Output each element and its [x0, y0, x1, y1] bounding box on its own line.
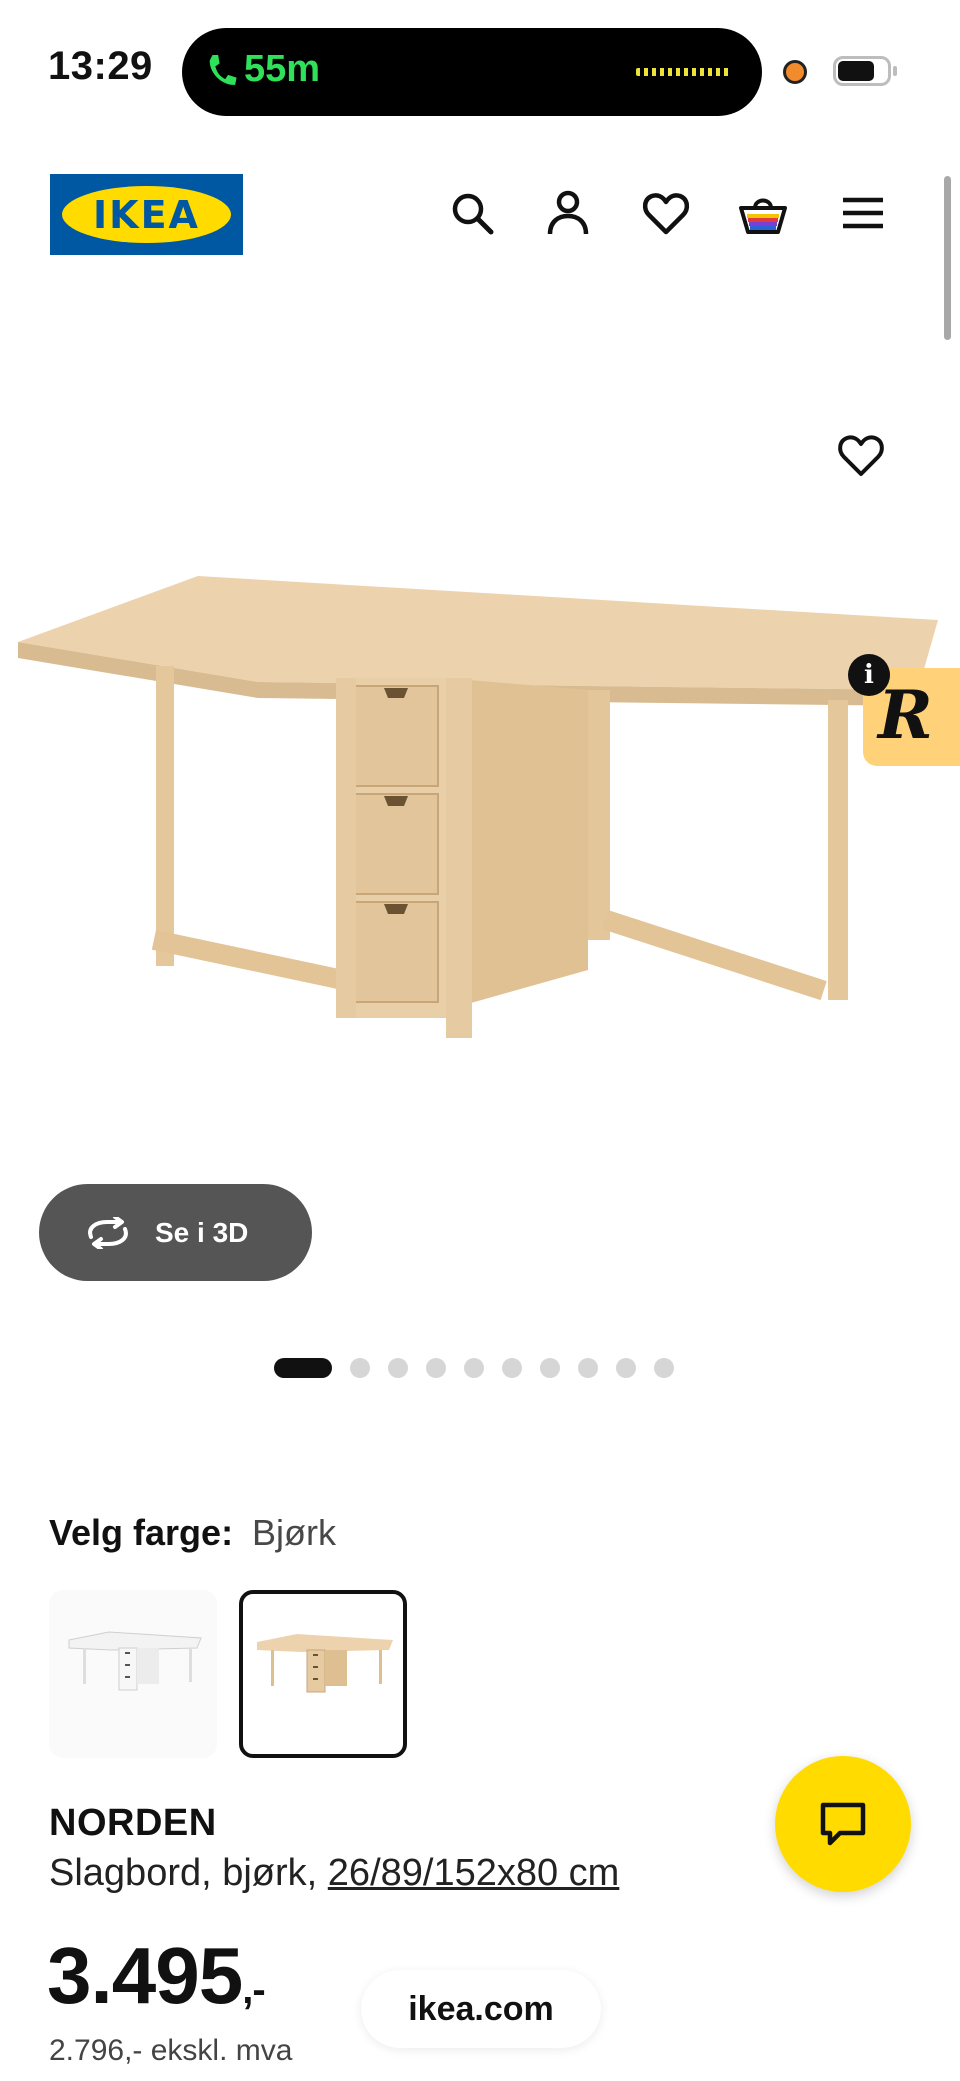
chat-button[interactable]: [775, 1756, 911, 1892]
product-dimensions-link[interactable]: 26/89/152x80 cm: [328, 1852, 620, 1894]
phone-icon: [209, 55, 237, 85]
cart-icon[interactable]: [738, 188, 788, 238]
favorites-icon[interactable]: [641, 188, 691, 238]
call-duration: 55m: [244, 48, 321, 90]
status-time: 13:29: [48, 44, 153, 88]
account-icon[interactable]: [543, 188, 593, 238]
pagination-dot[interactable]: [388, 1358, 408, 1378]
pagination-dot[interactable]: [426, 1358, 446, 1378]
logo-text: IKEA: [93, 192, 200, 237]
r-logo-icon: R: [878, 676, 933, 754]
white-table-thumbnail: [68, 1631, 202, 1691]
color-swatch-birch[interactable]: [239, 1590, 407, 1758]
pagination-dot-active[interactable]: [274, 1358, 332, 1378]
battery-cap: [893, 66, 897, 76]
birch-table-thumbnail: [257, 1634, 393, 1693]
product-description: Slagbord, bjørk, 26/89/152x80 cm: [49, 1852, 619, 1895]
browser-url-bar[interactable]: ikea.com: [361, 1970, 601, 2048]
view-3d-button[interactable]: Se i 3D: [39, 1184, 312, 1281]
product-type: Slagbord, bjørk,: [49, 1852, 318, 1894]
view-3d-label: Se i 3D: [155, 1216, 249, 1248]
pagination-dot[interactable]: [540, 1358, 560, 1378]
color-value: Bjørk: [252, 1512, 336, 1553]
product-name: NORDEN: [49, 1802, 217, 1844]
product-image[interactable]: [18, 570, 938, 1170]
menu-icon[interactable]: [838, 188, 888, 238]
color-swatch-white[interactable]: [49, 1590, 217, 1758]
url-text: ikea.com: [408, 1989, 554, 2028]
gallery-pagination: [274, 1358, 674, 1378]
chat-icon: [820, 1802, 866, 1846]
search-icon[interactable]: [447, 188, 497, 238]
price-main: 3.495: [47, 1931, 243, 2020]
pagination-dot[interactable]: [578, 1358, 598, 1378]
info-icon[interactable]: i: [848, 654, 890, 696]
pagination-dot[interactable]: [464, 1358, 484, 1378]
audio-waveform-icon: [636, 68, 732, 76]
scrollbar[interactable]: [944, 176, 951, 340]
save-to-favorites-icon[interactable]: [836, 430, 886, 480]
product-price: 3.495,-: [47, 1930, 266, 2022]
pagination-dot[interactable]: [616, 1358, 636, 1378]
pagination-dot[interactable]: [350, 1358, 370, 1378]
pagination-dot[interactable]: [654, 1358, 674, 1378]
rotate-3d-icon: [88, 1216, 128, 1249]
pagination-dot[interactable]: [502, 1358, 522, 1378]
price-suffix: ,-: [242, 1968, 265, 2012]
price-ex-vat: 2.796,- ekskl. mva: [49, 2034, 293, 2067]
battery-level: [838, 61, 874, 81]
ikea-logo[interactable]: IKEA: [50, 174, 243, 255]
privacy-indicator-icon: [783, 60, 807, 84]
color-label: Velg farge:: [49, 1512, 234, 1553]
